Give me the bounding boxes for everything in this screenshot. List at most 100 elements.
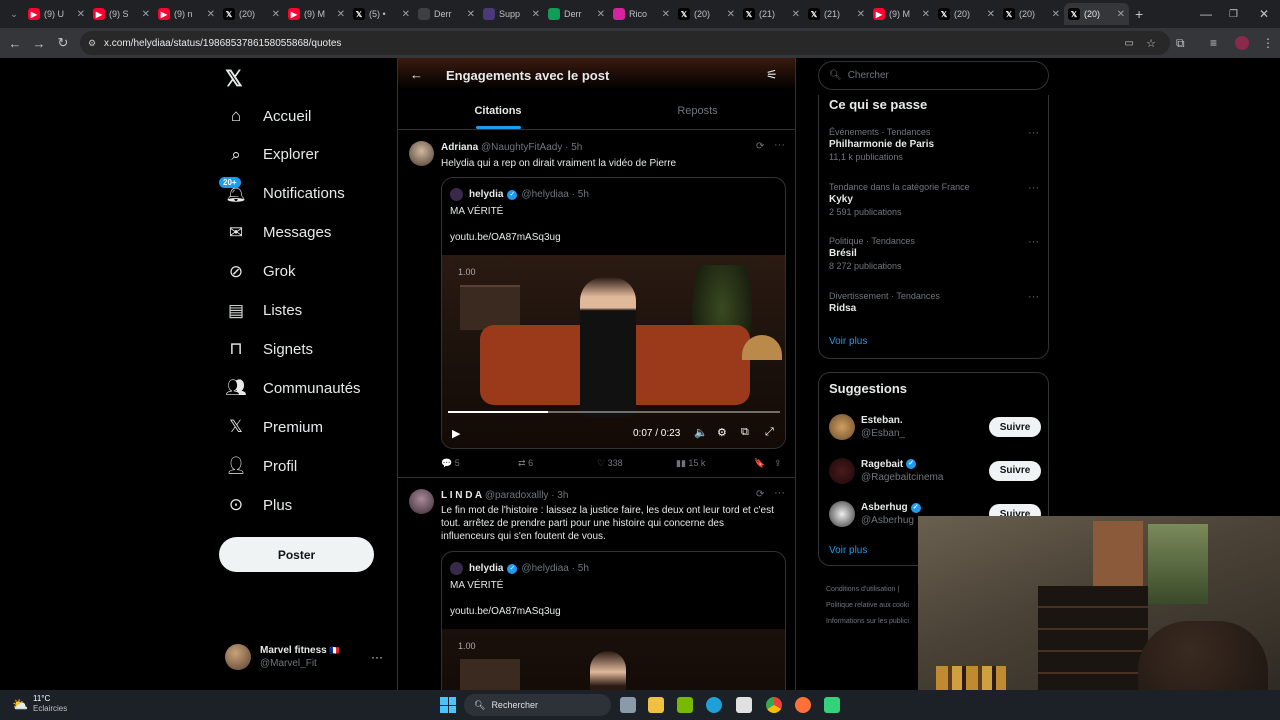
firefox-icon[interactable] xyxy=(795,697,811,713)
quoted-link[interactable]: youtu.be/OA87mASq3ug xyxy=(450,231,561,244)
nav-item-profil[interactable]: 👤︎ Profil xyxy=(225,451,297,481)
follow-button[interactable]: Suivre xyxy=(989,460,1041,481)
taskbar-search[interactable]: 🔍︎ Rechercher xyxy=(464,694,611,716)
tweet[interactable]: Adriana @NaughtyFitAady · 5h ⟳ ··· Helyd… xyxy=(398,130,795,478)
close-tab-icon[interactable]: ✕ xyxy=(207,9,215,20)
tab-reposts[interactable]: Reposts xyxy=(598,96,795,130)
quoted-tweet[interactable]: helydia ✓ @helydiaa · 5h MA VÉRITÉ youtu… xyxy=(441,177,786,449)
more-icon[interactable]: ··· xyxy=(1028,182,1039,194)
browser-tab[interactable]: Derr ✕ xyxy=(544,3,609,25)
author-name[interactable]: L I N D A xyxy=(441,490,482,501)
nav-item-grok[interactable]: ⊘ Grok xyxy=(225,257,296,287)
grok-icon[interactable]: ⟳ xyxy=(756,489,764,500)
more-icon[interactable]: ··· xyxy=(1028,127,1039,139)
more-icon[interactable]: ··· xyxy=(1028,236,1039,248)
see-more-link[interactable]: Voir plus xyxy=(829,545,867,556)
close-tab-icon[interactable]: ✕ xyxy=(857,9,865,20)
browser-tab[interactable]: ▶ (9) n ✕ xyxy=(154,3,219,25)
avatar[interactable] xyxy=(409,141,434,166)
x-logo-icon[interactable]: 𝕏 xyxy=(225,66,243,92)
footer-link[interactable]: Informations sur les publici xyxy=(826,614,909,630)
close-tab-icon[interactable]: ✕ xyxy=(792,9,800,20)
picture-in-picture-icon[interactable]: ⧉ xyxy=(741,426,749,439)
browser-tab[interactable]: ▶ (9) M ✕ xyxy=(869,3,934,25)
post-button[interactable]: Poster xyxy=(219,537,374,572)
browser-tab[interactable]: 𝕏 (20) ✕ xyxy=(674,3,739,25)
settings-icon[interactable]: ⚙ xyxy=(717,426,727,439)
nav-item-signets[interactable]: ⊓ Signets xyxy=(225,334,313,364)
store-icon[interactable] xyxy=(736,697,752,713)
video-player[interactable]: 1.00 xyxy=(442,629,785,690)
fullscreen-icon[interactable]: ⤢ xyxy=(765,426,774,439)
task-view-icon[interactable] xyxy=(620,697,636,713)
menu-icon[interactable]: ⋮ xyxy=(1262,36,1274,50)
nav-item-messages[interactable]: ✉ Messages xyxy=(225,218,332,248)
nav-item-listes[interactable]: ▤ Listes xyxy=(225,296,302,326)
follow-button[interactable]: Suivre xyxy=(989,417,1041,437)
close-tab-icon[interactable]: ✕ xyxy=(532,9,540,20)
app-icon[interactable] xyxy=(824,697,840,713)
star-icon[interactable]: ☆ xyxy=(1146,37,1156,50)
browser-tab[interactable]: 𝕏 (21) ✕ xyxy=(804,3,869,25)
forward-icon[interactable]: → xyxy=(27,36,51,51)
close-tab-icon[interactable]: ✕ xyxy=(77,9,85,20)
trend-item[interactable]: Divertissement · Tendances Ridsa ··· xyxy=(829,291,1039,314)
close-tab-icon[interactable]: ✕ xyxy=(597,9,605,20)
close-window-button[interactable]: ✕ xyxy=(1259,7,1269,21)
nvidia-icon[interactable] xyxy=(677,697,693,713)
tab-search-button[interactable]: ⌄ xyxy=(4,9,24,20)
close-tab-icon[interactable]: ✕ xyxy=(337,9,345,20)
browser-tab[interactable]: 𝕏 (20) ✕ xyxy=(999,3,1064,25)
more-icon[interactable]: ··· xyxy=(774,139,785,151)
file-explorer-icon[interactable] xyxy=(648,697,664,713)
minimize-button[interactable]: — xyxy=(1200,7,1212,21)
reply-button[interactable]: 💬 5 xyxy=(441,458,460,469)
close-tab-icon[interactable]: ✕ xyxy=(987,9,995,20)
like-button[interactable]: ♡ 338 xyxy=(597,458,623,469)
trend-item[interactable]: Événements · Tendances Philharmonie de Pa… xyxy=(829,127,1039,162)
address-bar[interactable]: ⚙ x.com/helydiaa/status/1986853786158055… xyxy=(80,31,1170,55)
repost-button[interactable]: ⇄ 6 xyxy=(518,458,533,469)
more-icon[interactable]: ··· xyxy=(774,487,785,499)
author-name[interactable]: Adriana xyxy=(441,142,478,153)
browser-tab[interactable]: 𝕏 (20) ✕ xyxy=(934,3,999,25)
grok-icon[interactable]: ⟳ xyxy=(756,141,764,152)
tweet-time[interactable]: · 3h xyxy=(551,490,568,501)
footer-link[interactable]: Conditions d'utilisation | xyxy=(826,582,909,598)
nav-item-plus[interactable]: ⊙ Plus xyxy=(225,490,292,520)
quoted-link[interactable]: youtu.be/OA87mASq3ug xyxy=(450,605,561,618)
site-info-icon[interactable]: ⚙ xyxy=(88,38,96,49)
new-tab-button[interactable]: + xyxy=(1135,6,1143,22)
avatar[interactable] xyxy=(409,489,434,514)
trend-item[interactable]: Politique · Tendances Brésil 8 272 publica… xyxy=(829,236,1039,271)
footer-link[interactable]: Politique relative aux cooki xyxy=(826,598,909,614)
close-tab-icon[interactable]: ✕ xyxy=(1117,9,1125,20)
close-tab-icon[interactable]: ✕ xyxy=(142,9,150,20)
more-icon[interactable]: ··· xyxy=(371,650,383,664)
browser-tab[interactable]: Supp ✕ xyxy=(479,3,544,25)
extensions-icon[interactable]: ⧉ xyxy=(1176,36,1185,51)
tweet-time[interactable]: · 5h xyxy=(565,142,582,153)
nav-item-communautés[interactable]: 👥︎ Communautés xyxy=(225,373,360,403)
browser-tab[interactable]: Rico ✕ xyxy=(609,3,674,25)
filter-icon[interactable]: ⚟ xyxy=(766,67,778,83)
close-tab-icon[interactable]: ✕ xyxy=(1052,9,1060,20)
more-icon[interactable]: ··· xyxy=(1028,291,1039,303)
suggestion-item[interactable]: Esteban. @Esban_ Suivre xyxy=(829,411,1041,443)
share-icon[interactable]: ⇪ xyxy=(774,458,782,469)
video-progress-track[interactable] xyxy=(448,411,780,413)
search-input[interactable]: 🔍︎ Chercher xyxy=(818,61,1049,90)
maximize-button[interactable]: ❐ xyxy=(1229,9,1238,20)
close-tab-icon[interactable]: ✕ xyxy=(727,9,735,20)
profile-avatar-icon[interactable] xyxy=(1235,36,1249,50)
edge-icon[interactable] xyxy=(706,697,722,713)
quoted-tweet[interactable]: helydia ✓ @helydiaa · 5h MA VÉRITÉ youtu… xyxy=(441,551,786,690)
browser-tab[interactable]: ▶ (9) M ✕ xyxy=(284,3,349,25)
bookmark-icon[interactable]: 🔖 xyxy=(754,458,765,469)
close-tab-icon[interactable]: ✕ xyxy=(662,9,670,20)
close-tab-icon[interactable]: ✕ xyxy=(272,9,280,20)
views-button[interactable]: ▮▮ 15 k xyxy=(676,458,705,469)
nav-item-accueil[interactable]: ⌂ Accueil xyxy=(225,101,312,131)
play-icon[interactable]: ▶ xyxy=(452,427,460,440)
trend-item[interactable]: Tendance dans la catégorie France Kyky 2 5… xyxy=(829,182,1039,217)
